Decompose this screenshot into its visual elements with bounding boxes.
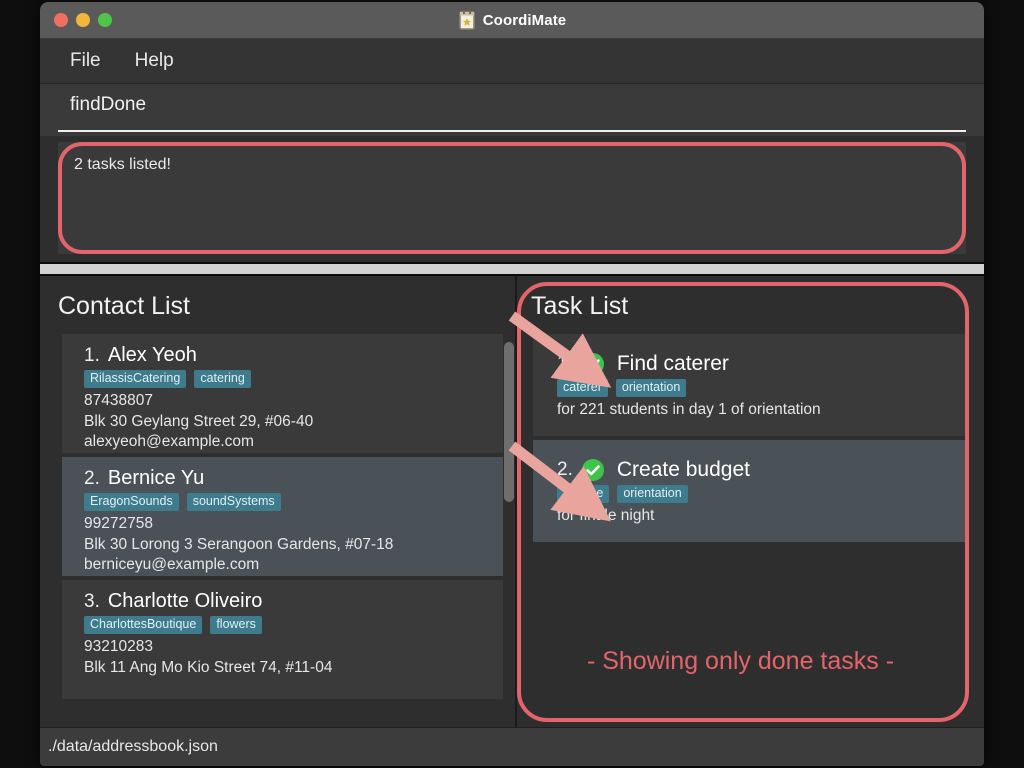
green-check-circle-icon: [581, 458, 605, 482]
contact-name: Charlotte Oliveiro: [108, 590, 263, 613]
panel-splitter[interactable]: [40, 262, 984, 276]
task-list-title: Task List: [517, 276, 984, 321]
menu-bar: File Help: [40, 39, 984, 84]
showing-done-tasks-note: - Showing only done tasks -: [517, 647, 964, 676]
window-controls: [54, 13, 112, 27]
contact-card[interactable]: 1. Alex Yeoh RilassisCatering catering 8…: [62, 334, 505, 453]
contact-tags: EragonSounds soundSystems: [84, 493, 505, 511]
task-description: for 221 students in day 1 of orientation: [557, 400, 968, 420]
command-input-underline: [58, 130, 966, 132]
menu-item-help[interactable]: Help: [123, 47, 186, 75]
contact-card[interactable]: 2. Bernice Yu EragonSounds soundSystems …: [62, 457, 505, 576]
status-bar: ./data/addressbook.json: [40, 727, 984, 766]
task-list-panel: Task List 1. Find caterer: [517, 276, 984, 728]
task-tags: caterer orientation: [557, 379, 968, 397]
contact-list-scrollbar-thumb[interactable]: [504, 342, 514, 502]
contact-list-scrollbar[interactable]: [503, 334, 515, 724]
task-tag: orientation: [617, 485, 687, 503]
contact-tags: RilassisCatering catering: [84, 370, 505, 388]
task-tags: finance orientation: [557, 485, 968, 503]
contact-phone: 93210283: [84, 637, 505, 657]
contact-address: Blk 11 Ang Mo Kio Street 74, #11-04: [84, 658, 505, 678]
contact-list-scroll-area[interactable]: 1. Alex Yeoh RilassisCatering catering 8…: [62, 334, 505, 728]
maximize-window-button[interactable]: [98, 13, 112, 27]
contact-card-header: 3. Charlotte Oliveiro: [84, 590, 505, 613]
task-description: for finale night: [557, 506, 968, 526]
contact-name: Bernice Yu: [108, 467, 204, 490]
contact-email: alexyeoh@example.com: [84, 432, 505, 452]
contact-tag: RilassisCatering: [84, 370, 186, 388]
main-panels: Contact List 1. Alex Yeoh RilassisCateri…: [40, 276, 984, 728]
menu-item-file[interactable]: File: [58, 47, 113, 75]
contact-tag: CharlottesBoutique: [84, 616, 202, 634]
contact-address: Blk 30 Lorong 3 Serangoon Gardens, #07-1…: [84, 535, 505, 555]
contact-card-header: 2. Bernice Yu: [84, 467, 505, 490]
contact-tag: flowers: [210, 616, 262, 634]
contact-index: 1.: [84, 345, 100, 367]
contact-tag: EragonSounds: [84, 493, 179, 511]
contact-email: berniceyu@example.com: [84, 555, 505, 575]
contact-list-title: Contact List: [40, 276, 515, 321]
contact-tag: soundSystems: [187, 493, 281, 511]
notebook-star-icon: [458, 10, 476, 30]
result-display-area: 2 tasks listed!: [40, 136, 984, 262]
contact-card-header: 1. Alex Yeoh: [84, 344, 505, 367]
contact-index: 3.: [84, 591, 100, 613]
task-card-header: 2. Create budget: [557, 458, 968, 482]
task-title: Create budget: [617, 458, 750, 482]
window-title: CoordiMate: [483, 12, 567, 29]
task-tag: orientation: [616, 379, 686, 397]
contact-tags: CharlottesBoutique flowers: [84, 616, 505, 634]
contact-phone: 87438807: [84, 391, 505, 411]
task-title: Find caterer: [617, 352, 729, 376]
result-display-box: 2 tasks listed!: [58, 142, 966, 254]
result-message: 2 tasks listed!: [74, 156, 171, 174]
close-window-button[interactable]: [54, 13, 68, 27]
contact-card[interactable]: 3. Charlotte Oliveiro CharlottesBoutique…: [62, 580, 505, 699]
task-card[interactable]: 1. Find caterer caterer orientation: [533, 334, 968, 436]
task-card[interactable]: 2. Create budget finance orientation: [533, 440, 968, 542]
status-bar-path: ./data/addressbook.json: [40, 738, 218, 756]
contact-phone: 99272758: [84, 514, 505, 534]
command-input[interactable]: findDone: [70, 94, 146, 116]
task-card-header: 1. Find caterer: [557, 352, 968, 376]
title-bar-center: CoordiMate: [40, 2, 984, 38]
minimize-window-button[interactable]: [76, 13, 90, 27]
application-window: CoordiMate File Help findDone 2 tasks li…: [40, 2, 984, 766]
contact-name: Alex Yeoh: [108, 344, 197, 367]
task-index: 1.: [557, 353, 573, 375]
contact-list-panel: Contact List 1. Alex Yeoh RilassisCateri…: [40, 276, 517, 728]
contact-index: 2.: [84, 468, 100, 490]
command-input-area[interactable]: findDone: [40, 84, 984, 136]
contact-tag: catering: [194, 370, 250, 388]
task-tag: caterer: [557, 379, 608, 397]
green-check-circle-icon: [581, 352, 605, 376]
task-index: 2.: [557, 459, 573, 481]
task-tag: finance: [557, 485, 609, 503]
contact-address: Blk 30 Geylang Street 29, #06-40: [84, 412, 505, 432]
title-bar: CoordiMate: [40, 2, 984, 39]
